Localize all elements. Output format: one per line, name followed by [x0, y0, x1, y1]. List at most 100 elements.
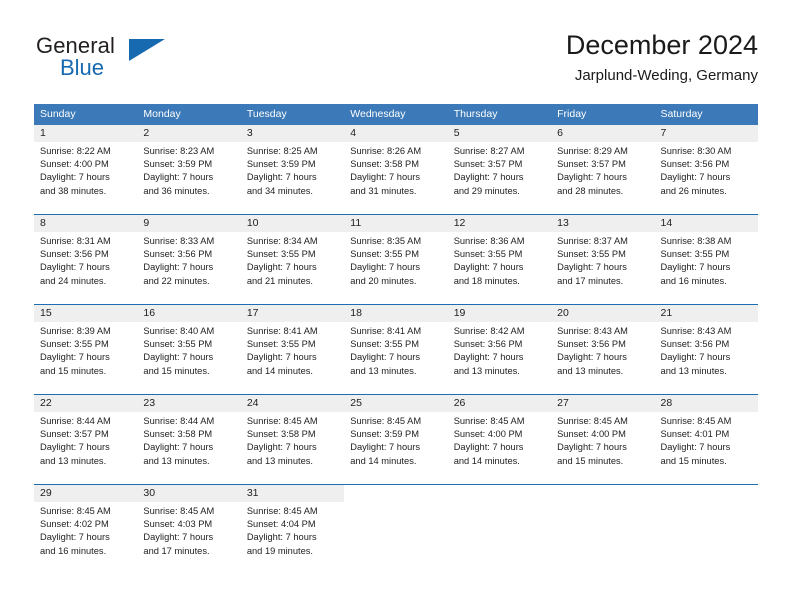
daylight-text-line2: and 13 minutes. — [246, 455, 313, 466]
sunset-text: Sunset: 4:03 PM — [143, 519, 213, 530]
sunrise-text: Sunrise: 8:45 AM — [660, 416, 732, 426]
weekday-header-friday: Friday — [557, 108, 587, 120]
sunset-text: Sunset: 3:56 PM — [143, 249, 213, 260]
calendar-day-cell[interactable]: 7 Sunrise: 8:30 AM Sunset: 3:56 PM Daylight… — [654, 125, 758, 214]
triangle-logo-icon — [129, 39, 165, 61]
day-number-band: 20 — [551, 305, 655, 322]
daylight-text-line2: and 17 minutes. — [557, 275, 624, 286]
calendar-day-cell[interactable]: 26 Sunrise: 8:45 AM Sunset: 4:00 PM Dayligh… — [447, 395, 552, 484]
calendar-day-cell[interactable]: 11 Sunrise: 8:35 AM Sunset: 3:55 PM Dayligh… — [344, 215, 448, 304]
calendar-week-row: 22 Sunrise: 8:44 AM Sunset: 3:57 PM Dayligh… — [34, 394, 758, 484]
day-number: 17 — [246, 307, 259, 319]
calendar-day-cell[interactable]: 28 Sunrise: 8:45 AM Sunset: 4:01 PM Dayligh… — [654, 395, 758, 484]
daylight-text-line2: and 38 minutes. — [40, 185, 107, 196]
day-number: 14 — [660, 217, 673, 229]
sunrise-text: Sunrise: 8:45 AM — [557, 416, 628, 426]
day-number: 27 — [557, 397, 569, 409]
calendar-day-cell[interactable]: 14 Sunrise: 8:38 AM Sunset: 3:55 PM Dayligh… — [654, 215, 758, 304]
daylight-text-line2: and 19 minutes. — [246, 545, 313, 556]
calendar-day-cell[interactable]: 17 Sunrise: 8:41 AM Sunset: 3:55 PM Dayligh… — [240, 305, 345, 394]
calendar-day-cell[interactable]: 16 Sunrise: 8:40 AM Sunset: 3:55 PM Dayligh… — [137, 305, 241, 394]
daylight-text-line2: and 24 minutes. — [40, 275, 107, 286]
sunset-text: Sunset: 3:57 PM — [453, 159, 523, 170]
sunrise-text: Sunrise: 8:27 AM — [453, 146, 525, 156]
day-number: 26 — [453, 397, 466, 409]
sunrise-text: Sunrise: 8:45 AM — [143, 506, 215, 516]
day-number: 21 — [660, 307, 673, 319]
day-number-band: 3 — [240, 125, 345, 142]
calendar-day-cell[interactable]: 18 Sunrise: 8:41 AM Sunset: 3:55 PM Dayligh… — [344, 305, 448, 394]
day-number: 23 — [143, 397, 156, 409]
sunset-text: Sunset: 3:59 PM — [246, 159, 316, 170]
sunrise-text: Sunrise: 8:44 AM — [143, 416, 215, 426]
calendar-day-cell[interactable]: 24 Sunrise: 8:45 AM Sunset: 3:58 PM Dayligh… — [240, 395, 345, 484]
calendar-day-cell[interactable]: 21 Sunrise: 8:43 AM Sunset: 3:56 PM Dayligh… — [654, 305, 758, 394]
day-number: 25 — [350, 397, 362, 409]
calendar-day-cell[interactable]: 8 Sunrise: 8:31 AM Sunset: 3:56 PM Daylight… — [34, 215, 138, 304]
sunset-text: Sunset: 3:56 PM — [40, 249, 109, 260]
daylight-text-line2: and 15 minutes. — [40, 365, 107, 376]
daylight-text-line2: and 14 minutes. — [350, 455, 417, 466]
calendar-day-cell[interactable]: 5 Sunrise: 8:27 AM Sunset: 3:57 PM Daylight… — [447, 125, 552, 214]
daylight-text-line2: and 36 minutes. — [143, 185, 210, 196]
day-number: 16 — [143, 307, 156, 319]
daylight-text-line1: Daylight: 7 hours — [453, 262, 524, 273]
calendar-day-cell-empty — [655, 485, 758, 574]
day-details: Sunrise: 8:43 AM Sunset: 3:56 PM Daylight:… — [655, 322, 758, 378]
day-details: Sunrise: 8:45 AM Sunset: 3:59 PM Daylight:… — [344, 412, 447, 468]
sunrise-text: Sunrise: 8:38 AM — [660, 236, 732, 246]
calendar-day-cell[interactable]: 10 Sunrise: 8:34 AM Sunset: 3:55 PM Dayligh… — [240, 215, 345, 304]
calendar-day-cell[interactable]: 2 Sunrise: 8:23 AM Sunset: 3:59 PM Daylight… — [137, 125, 241, 214]
day-number-band: 17 — [240, 305, 345, 322]
daylight-text-line2: and 15 minutes. — [557, 455, 624, 466]
calendar-day-cell[interactable]: 6 Sunrise: 8:29 AM Sunset: 3:57 PM Daylight… — [551, 125, 655, 214]
day-number-band: 31 — [240, 485, 345, 502]
sunset-text: Sunset: 4:04 PM — [246, 519, 316, 530]
calendar-day-cell[interactable]: 3 Sunrise: 8:25 AM Sunset: 3:59 PM Daylight… — [240, 125, 345, 214]
calendar-day-cell[interactable]: 25 Sunrise: 8:45 AM Sunset: 3:59 PM Dayligh… — [344, 395, 448, 484]
daylight-text-line2: and 31 minutes. — [350, 185, 417, 196]
brand-logo[interactable]: General Blue — [36, 33, 256, 91]
calendar-day-cell[interactable]: 29 Sunrise: 8:45 AM Sunset: 4:02 PM Dayligh… — [34, 485, 138, 574]
daylight-text-line1: Daylight: 7 hours — [350, 262, 421, 273]
calendar-week-row: 1 Sunrise: 8:22 AM Sunset: 4:00 PM Daylight… — [34, 125, 758, 214]
day-number: 28 — [660, 397, 673, 409]
daylight-text-line2: and 20 minutes. — [350, 275, 417, 286]
day-number-band: 7 — [654, 125, 758, 142]
calendar-day-cell[interactable]: 30 Sunrise: 8:45 AM Sunset: 4:03 PM Dayligh… — [137, 485, 241, 574]
calendar-day-cell[interactable]: 12 Sunrise: 8:36 AM Sunset: 3:55 PM Dayligh… — [447, 215, 552, 304]
day-number-band: 14 — [654, 215, 758, 232]
calendar-day-cell[interactable]: 4 Sunrise: 8:26 AM Sunset: 3:58 PM Daylight… — [344, 125, 448, 214]
day-number: 20 — [557, 307, 569, 319]
day-number-band: 21 — [654, 305, 758, 322]
weekday-header-sunday: Sunday — [40, 108, 76, 120]
calendar-day-cell[interactable]: 20 Sunrise: 8:43 AM Sunset: 3:56 PM Dayligh… — [551, 305, 655, 394]
day-details: Sunrise: 8:45 AM Sunset: 4:03 PM Daylight:… — [137, 502, 240, 558]
daylight-text-line1: Daylight: 7 hours — [143, 172, 214, 183]
calendar-day-cell[interactable]: 9 Sunrise: 8:33 AM Sunset: 3:56 PM Daylight… — [137, 215, 241, 304]
calendar-day-cell[interactable]: 1 Sunrise: 8:22 AM Sunset: 4:00 PM Daylight… — [34, 125, 138, 214]
day-number: 7 — [660, 127, 667, 139]
daylight-text-line1: Daylight: 7 hours — [660, 352, 731, 363]
sunset-text: Sunset: 4:00 PM — [453, 429, 523, 440]
day-number: 10 — [246, 217, 259, 229]
sunrise-text: Sunrise: 8:43 AM — [557, 326, 628, 336]
daylight-text-line2: and 13 minutes. — [660, 365, 727, 376]
calendar-day-cell[interactable]: 13 Sunrise: 8:37 AM Sunset: 3:55 PM Dayligh… — [551, 215, 655, 304]
daylight-text-line2: and 14 minutes. — [246, 365, 313, 376]
daylight-text-line1: Daylight: 7 hours — [40, 172, 110, 183]
day-details: Sunrise: 8:29 AM Sunset: 3:57 PM Daylight:… — [551, 142, 654, 198]
sunrise-text: Sunrise: 8:37 AM — [557, 236, 628, 246]
calendar-day-cell[interactable]: 19 Sunrise: 8:42 AM Sunset: 3:56 PM Dayligh… — [447, 305, 552, 394]
day-number: 18 — [350, 307, 362, 319]
daylight-text-line1: Daylight: 7 hours — [143, 442, 214, 453]
day-number-band: 16 — [137, 305, 241, 322]
calendar-weeks: 1 Sunrise: 8:22 AM Sunset: 4:00 PM Daylight… — [34, 125, 758, 574]
calendar-day-cell[interactable]: 15 Sunrise: 8:39 AM Sunset: 3:55 PM Dayligh… — [34, 305, 138, 394]
sunset-text: Sunset: 4:00 PM — [40, 159, 109, 170]
calendar-day-cell[interactable]: 23 Sunrise: 8:44 AM Sunset: 3:58 PM Dayligh… — [137, 395, 241, 484]
calendar-day-cell[interactable]: 31 Sunrise: 8:45 AM Sunset: 4:04 PM Dayligh… — [240, 485, 345, 574]
sunrise-text: Sunrise: 8:30 AM — [660, 146, 732, 156]
calendar-day-cell[interactable]: 22 Sunrise: 8:44 AM Sunset: 3:57 PM Dayligh… — [34, 395, 138, 484]
calendar-day-cell[interactable]: 27 Sunrise: 8:45 AM Sunset: 4:00 PM Dayligh… — [551, 395, 655, 484]
